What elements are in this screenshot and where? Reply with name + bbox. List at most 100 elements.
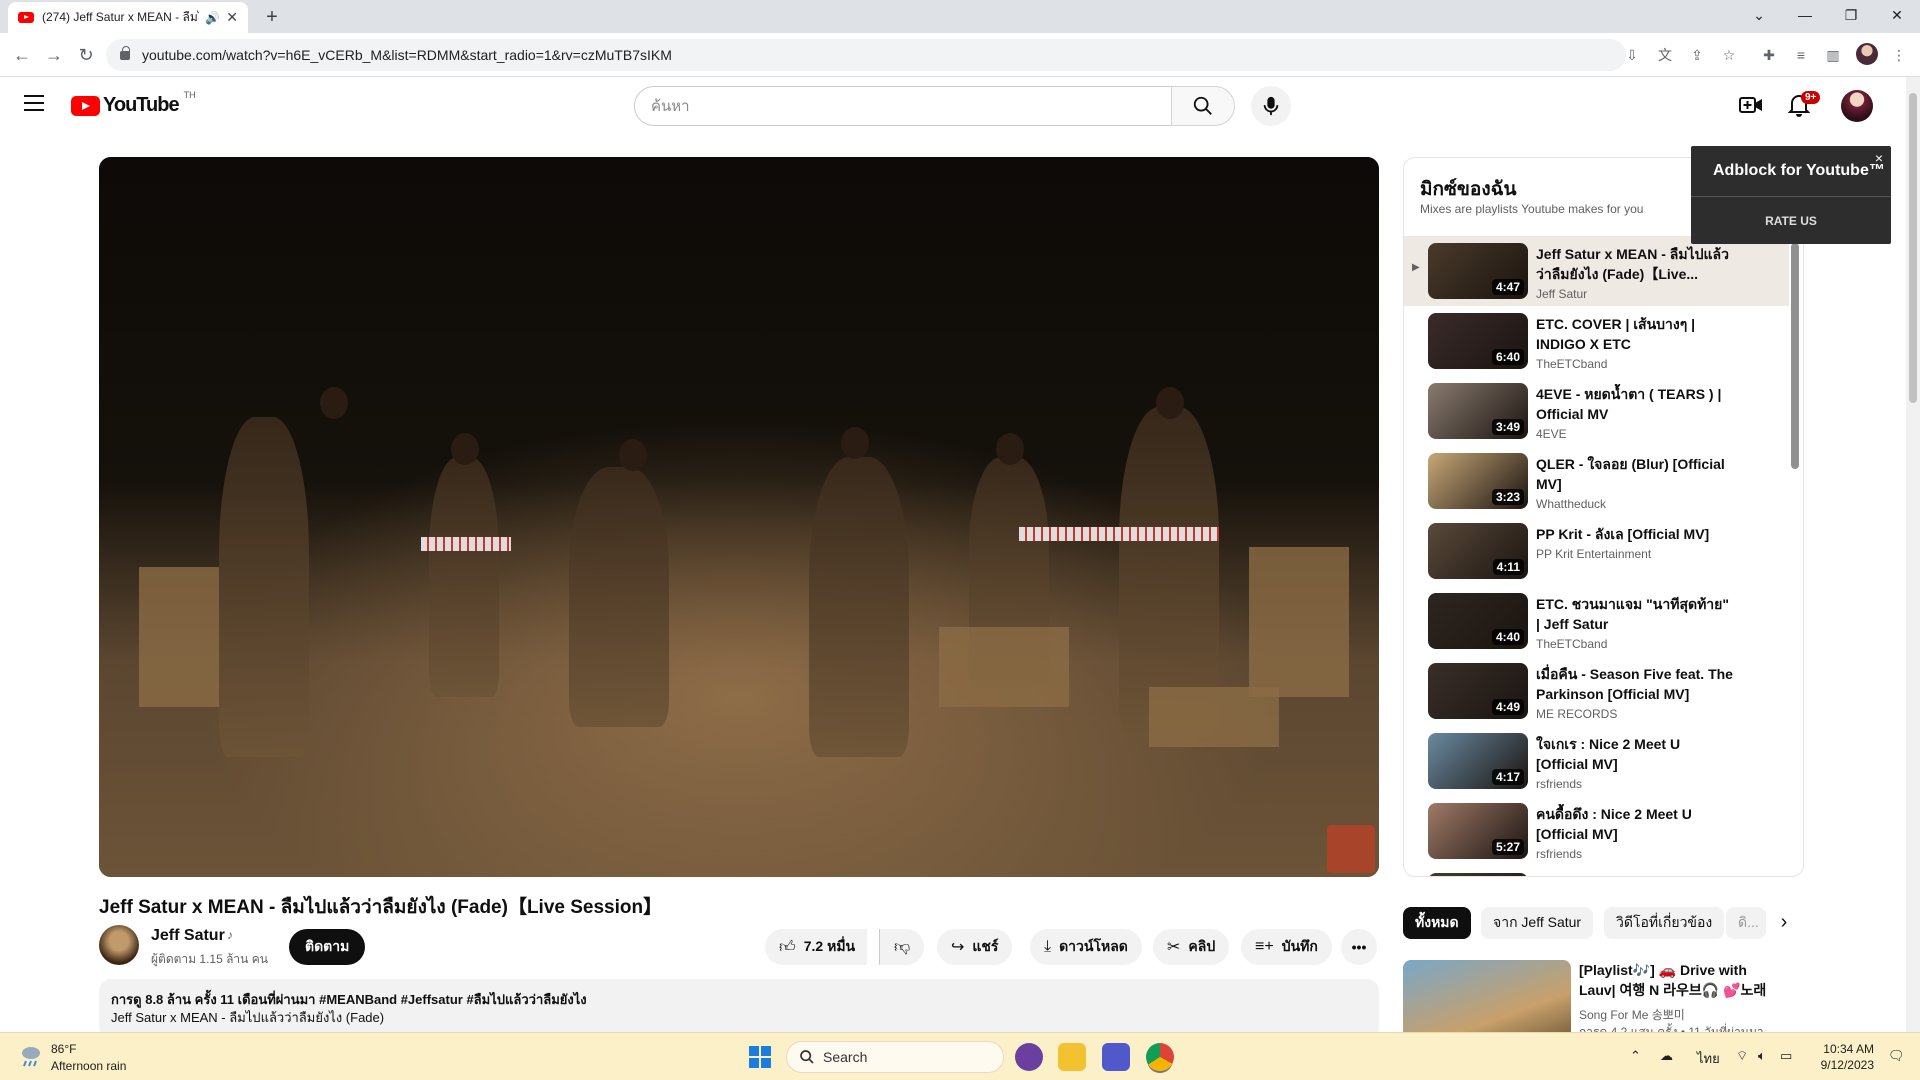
channel-watermark[interactable] [1327, 825, 1375, 873]
onedrive-icon[interactable]: ☁ [1660, 1048, 1673, 1064]
mix-list-item[interactable]: 5:27 คนดื้อดึง : Nice 2 Meet U [Official … [1404, 796, 1789, 866]
mix-list-item[interactable]: 3:49 4EVE - หยดน้ำตา ( TEARS ) | Official… [1404, 376, 1789, 446]
rain-cloud-icon[interactable] [18, 1043, 44, 1069]
mix-thumbnail[interactable] [1428, 873, 1528, 876]
maximize-button[interactable]: ❐ [1828, 0, 1874, 33]
browser-menu-icon[interactable]: ⋮ [1888, 44, 1910, 66]
close-window-button[interactable]: ✕ [1874, 0, 1920, 33]
back-arrow-icon[interactable]: ← [10, 43, 34, 67]
mix-item-channel: Whattheduck [1536, 497, 1607, 511]
teams-icon[interactable] [1102, 1043, 1130, 1071]
mix-item-title: ETC. COVER | เส้นบางๆ | INDIGO X ETC [1536, 316, 1696, 352]
search-input[interactable]: ค้นหา [634, 86, 1172, 126]
speaker-icon[interactable]: 🔊 [205, 11, 220, 25]
channel-name[interactable]: Jeff Satur [151, 927, 225, 945]
dislike-button[interactable]: 👎︎ [879, 929, 925, 965]
windows-taskbar: 86°F Afternoon rain Search ⌃ ☁ ไทย ⌔ 🔈︎ … [0, 1032, 1920, 1080]
mix-list-item[interactable]: 4:11 PP Krit - ลังเล [Official MV] PP Krit… [1404, 516, 1789, 586]
battery-icon[interactable]: ▭ [1780, 1048, 1792, 1064]
mix-item-title: 4EVE - หยดน้ำตา ( TEARS ) | Official MV [1536, 386, 1722, 422]
chip-more[interactable]: ดิ... [1726, 907, 1766, 939]
like-button[interactable]: 👍︎ 7.2 หมื่น [765, 929, 868, 965]
mix-thumbnail[interactable]: 6:40 [1428, 313, 1528, 369]
subscribe-button[interactable]: ติดตาม [289, 929, 366, 965]
tray-overflow-icon[interactable]: ⌃ [1630, 1048, 1641, 1064]
lock-icon[interactable] [120, 45, 130, 60]
forward-arrow-icon[interactable]: → [42, 43, 66, 67]
input-language[interactable]: ไทย [1697, 1048, 1720, 1069]
url-text: youtube.com/watch?v=h6E_vCERb_M&list=RDM… [142, 47, 672, 63]
youtube-logo[interactable]: YouTube TH [71, 90, 196, 117]
mix-scrollbar[interactable] [1791, 243, 1799, 469]
search-icon [800, 1050, 814, 1064]
system-clock[interactable]: 10:34 AM 9/12/2023 [1818, 1041, 1874, 1073]
browser-tab-strip: (274) Jeff Satur x MEAN - ลืมไปแล้วว่าลื… [0, 0, 1920, 33]
minimize-button[interactable]: — [1782, 0, 1828, 33]
mix-list-item[interactable]: Jeff Satur - ลืมไปแล้วว่าลืมยังไง [1404, 866, 1789, 876]
mix-thumbnail[interactable]: 4:17 [1428, 733, 1528, 789]
side-panel-icon[interactable]: ▥ [1822, 44, 1844, 66]
more-actions-button[interactable]: ••• [1341, 929, 1377, 965]
mix-list-item[interactable]: 4:40 ETC. ชวนมาแจม "นาทีสุดท้าย" | Jeff S… [1404, 586, 1789, 656]
recommended-video[interactable]: [Playlist🎶] 🚗 Drive with Lauv| 여행 N 라우브🎧… [1403, 960, 1803, 1054]
voice-search-button[interactable] [1251, 86, 1291, 126]
taskbar-search-box[interactable]: Search [786, 1041, 1004, 1073]
taskbar-search-label: Search [823, 1049, 868, 1065]
description-box[interactable]: การดู 8.8 ล้าน ครั้ง 11 เดือนที่ผ่านมา #… [99, 979, 1379, 1039]
download-button[interactable]: ⤓ ดาวน์โหลด [1030, 929, 1142, 965]
tab-search-icon[interactable]: ⌄ [1736, 0, 1782, 33]
channel-avatar[interactable] [99, 925, 139, 965]
account-avatar[interactable] [1841, 90, 1873, 122]
search-button[interactable] [1171, 86, 1235, 126]
windows-start-icon[interactable] [749, 1046, 771, 1068]
mix-thumbnail[interactable]: 4:11 [1428, 523, 1528, 579]
clip-button[interactable]: ✂ คลิป [1153, 929, 1230, 965]
thumbs-up-icon: 👍︎ [779, 938, 796, 956]
browser-tab-active[interactable]: (274) Jeff Satur x MEAN - ลืมไปแล้วว่าลื… [8, 2, 248, 33]
mix-list-item[interactable]: 4:49 เมื่อคืน - Season Five feat. The Par… [1404, 656, 1789, 726]
mix-thumbnail[interactable]: 4:40 [1428, 593, 1528, 649]
chevron-right-icon[interactable]: › [1772, 910, 1796, 934]
bookmark-star-icon[interactable]: ☆ [1718, 44, 1740, 66]
browser-profile-avatar[interactable] [1856, 43, 1878, 65]
adblock-close-icon[interactable]: × [1875, 150, 1883, 166]
mix-list-item[interactable]: ▶ 4:47 Jeff Satur x MEAN - ลืมไปแล้วว่าลืม… [1404, 236, 1789, 306]
volume-icon[interactable]: 🔈︎ [1758, 1048, 1766, 1064]
save-button[interactable]: ≡+ บันทึก [1241, 929, 1332, 965]
share-button[interactable]: ↪ แชร์ [937, 929, 1013, 965]
translate-icon[interactable]: 文 [1654, 44, 1676, 66]
url-omnibox[interactable]: youtube.com/watch?v=h6E_vCERb_M&list=RDM… [106, 39, 1626, 71]
reload-icon[interactable]: ↻ [74, 43, 98, 67]
chip-related[interactable]: วิดีโอที่เกี่ยวข้อง [1604, 907, 1725, 939]
video-player[interactable] [99, 157, 1379, 877]
chip-all[interactable]: ทั้งหมด [1403, 907, 1471, 939]
install-app-icon[interactable]: ⇩ [1621, 44, 1643, 66]
create-video-icon[interactable] [1737, 91, 1765, 119]
more-horizontal-icon: ••• [1351, 939, 1367, 955]
close-tab-icon[interactable]: ✕ [226, 9, 238, 26]
notification-center-icon[interactable]: 🗨︎ [1888, 1048, 1905, 1064]
mix-list-item[interactable]: 4:17 ใจเกเร : Nice 2 Meet U [Official MV]… [1404, 726, 1789, 796]
mix-list-item[interactable]: 6:40 ETC. COVER | เส้นบางๆ | INDIGO X ETC… [1404, 306, 1789, 376]
mix-thumbnail[interactable]: 4:49 [1428, 663, 1528, 719]
extensions-puzzle-icon[interactable]: ✚ [1758, 44, 1780, 66]
page-scrollbar[interactable] [1906, 77, 1920, 1032]
wifi-icon[interactable]: ⌔ [1736, 1048, 1748, 1064]
youtube-play-icon [71, 95, 100, 116]
playlist-add-icon: ≡+ [1255, 938, 1274, 955]
share-page-icon[interactable]: ⇪ [1686, 44, 1708, 66]
hamburger-menu-icon[interactable] [24, 95, 44, 111]
media-queue-icon[interactable]: ≡ [1790, 44, 1812, 66]
chrome-icon[interactable] [1146, 1043, 1174, 1071]
weather-temperature: 86°F [51, 1042, 77, 1056]
mix-list-item[interactable]: 3:23 QLER - ใจลอย (Blur) [Official MV] Wha… [1404, 446, 1789, 516]
rate-us-button[interactable]: RATE US [1691, 214, 1891, 228]
chip-from-channel[interactable]: จาก Jeff Satur [1481, 907, 1594, 939]
new-tab-button[interactable]: + [260, 5, 284, 29]
mix-thumbnail[interactable]: 4:47 [1428, 243, 1528, 299]
mix-thumbnail[interactable]: 3:23 [1428, 453, 1528, 509]
github-desktop-icon[interactable] [1015, 1043, 1043, 1071]
file-explorer-icon[interactable] [1058, 1043, 1086, 1071]
mix-thumbnail[interactable]: 5:27 [1428, 803, 1528, 859]
mix-thumbnail[interactable]: 3:49 [1428, 383, 1528, 439]
